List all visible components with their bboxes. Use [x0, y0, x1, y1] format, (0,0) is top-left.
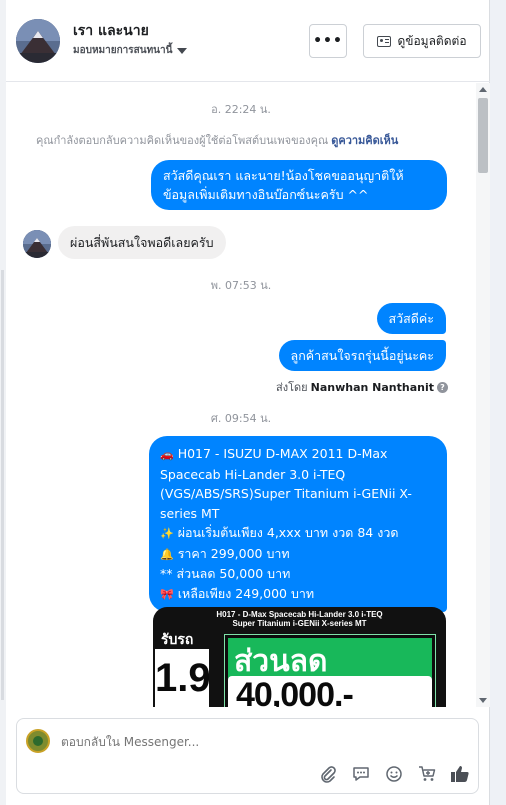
- message-line: series MT: [160, 505, 220, 521]
- message-text: ราคา 299,000 บาท: [177, 545, 290, 561]
- ad-left-panel: รับรถ 1.9: [153, 627, 215, 707]
- contact-card-icon: [377, 35, 392, 47]
- emoji-icon[interactable]: [384, 764, 404, 784]
- message-line: 🔔 ราคา 299,000 บาท: [160, 544, 436, 565]
- sent-by-prefix: ส่งโดย: [276, 381, 308, 394]
- ad-discount-panel: ส่วนลด 40,000.-: [224, 634, 436, 707]
- message-line: ✨ ผ่อนเริ่มต้นเพียง 4,xxx บาท งวด 84 งวด: [160, 523, 436, 544]
- timestamp: ศ. 09:54 น.: [210, 412, 272, 425]
- message-line: สวัสดีคุณเรา และนาย!น้องโชคขออนุญาติให้: [163, 168, 404, 183]
- view-contact-button[interactable]: ดูข้อมูลติดต่อ: [363, 24, 481, 58]
- view-comment-link[interactable]: ดูความคิดเห็น: [331, 134, 398, 147]
- contact-name[interactable]: เรา และนาย: [73, 20, 149, 42]
- ad-left-label: รับรถ: [161, 631, 194, 647]
- attachment-icon[interactable]: [318, 764, 338, 784]
- right-edge: [490, 0, 506, 805]
- sent-by: ส่งโดย Nanwhan Nanthanit ?: [276, 378, 448, 396]
- scroll-up-icon[interactable]: [479, 87, 487, 92]
- conversation-header: เรา และนาย มอบหมายการสนทนานี้ ••• ดูข้อม…: [6, 0, 490, 82]
- outgoing-message[interactable]: สวัสดีคุณเรา และนาย!น้องโชคขออนุญาติให้ …: [151, 160, 447, 210]
- message-text: H017 - ISUZU D-MAX 2011 D-Max: [177, 446, 388, 461]
- avatar[interactable]: [16, 19, 60, 63]
- more-options-button[interactable]: •••: [309, 24, 347, 58]
- outgoing-message[interactable]: สวัสดีค่ะ: [376, 303, 446, 334]
- sparkles-icon: ✨: [160, 527, 174, 540]
- assign-conversation[interactable]: มอบหมายการสนทนานี้: [73, 43, 188, 58]
- scroll-down-icon[interactable]: [479, 698, 487, 703]
- ad-image[interactable]: H017 - D-Max Spacecab Hi-Lander 3.0 i-TE…: [153, 607, 446, 707]
- sender-avatar[interactable]: [23, 230, 51, 258]
- message-line: (VGS/ABS/SRS)Super Titanium i-GENii X-: [160, 486, 412, 501]
- timestamp: พ. 07:53 น.: [210, 279, 272, 292]
- view-contact-label: ดูข้อมูลติดต่อ: [397, 33, 467, 48]
- message-line: ** ส่วนลด 50,000 บาท: [160, 566, 291, 581]
- caret-down-icon: [177, 47, 188, 54]
- message-panel: เรา และนาย มอบหมายการสนทนานี้ ••• ดูข้อม…: [6, 0, 490, 805]
- composer-tools: [318, 764, 470, 784]
- message-line: 🎀 เหลือเพียง 249,000 บาท: [160, 584, 436, 605]
- scroll-thumb[interactable]: [478, 98, 488, 173]
- ribbon-icon: 🎀: [160, 587, 174, 601]
- saved-replies-icon[interactable]: [351, 764, 371, 784]
- message-line: ข้อมูลเพิ่มเติมทางอินบ๊อกซ์นะครับ ^^: [163, 187, 369, 202]
- assign-label: มอบหมายการสนทนานี้: [73, 45, 173, 56]
- ad-discount-box: 40,000.-: [228, 676, 432, 707]
- message-line: Spacecab Hi-Lander 3.0 i-TEQ: [160, 466, 346, 482]
- help-icon[interactable]: ?: [437, 381, 448, 393]
- ad-title-line: H017 - D-Max Spacecab Hi-Lander 3.0 i-TE…: [216, 610, 383, 619]
- bell-icon: 🔔: [160, 547, 174, 561]
- car-icon: 🚗: [160, 448, 174, 461]
- incoming-message[interactable]: ผ่อนสี่พันสนใจพอดีเลยครับ: [58, 226, 226, 259]
- like-icon[interactable]: [450, 764, 470, 784]
- comment-note-text: คุณกำลังตอบกลับความคิดเห็นของผู้ใช้ต่อโพ…: [36, 134, 329, 147]
- message-line: 🚗 H017 - ISUZU D-MAX 2011 D-Max: [160, 444, 436, 465]
- ad-left-value: 1.9: [155, 649, 211, 707]
- timestamp: อ. 22:24 น.: [211, 103, 271, 116]
- reply-input[interactable]: [61, 735, 361, 749]
- page-avatar: [26, 729, 50, 753]
- shopping-cart-icon[interactable]: [417, 764, 437, 784]
- message-text: เหลือเพียง 249,000 บาท: [177, 585, 315, 601]
- sent-by-name: Nanwhan Nanthanit: [310, 380, 434, 394]
- outgoing-message-listing[interactable]: 🚗 H017 - ISUZU D-MAX 2011 D-Max Spacecab …: [149, 436, 447, 612]
- comment-reply-note: คุณกำลังตอบกลับความคิดเห็นของผู้ใช้ต่อโพ…: [36, 131, 398, 149]
- reply-composer: [16, 718, 479, 794]
- ad-discount-value: 40,000.-: [236, 676, 354, 707]
- outgoing-message[interactable]: ลูกค้าสนใจรถรุ่นนี้อยู่นะคะ: [278, 340, 446, 371]
- scrollbar[interactable]: [476, 83, 490, 707]
- ad-title: H017 - D-Max Spacecab Hi-Lander 3.0 i-TE…: [153, 610, 446, 628]
- message-text: ผ่อนเริ่มต้นเพียง 4,xxx บาท งวด 84 งวด: [177, 525, 399, 540]
